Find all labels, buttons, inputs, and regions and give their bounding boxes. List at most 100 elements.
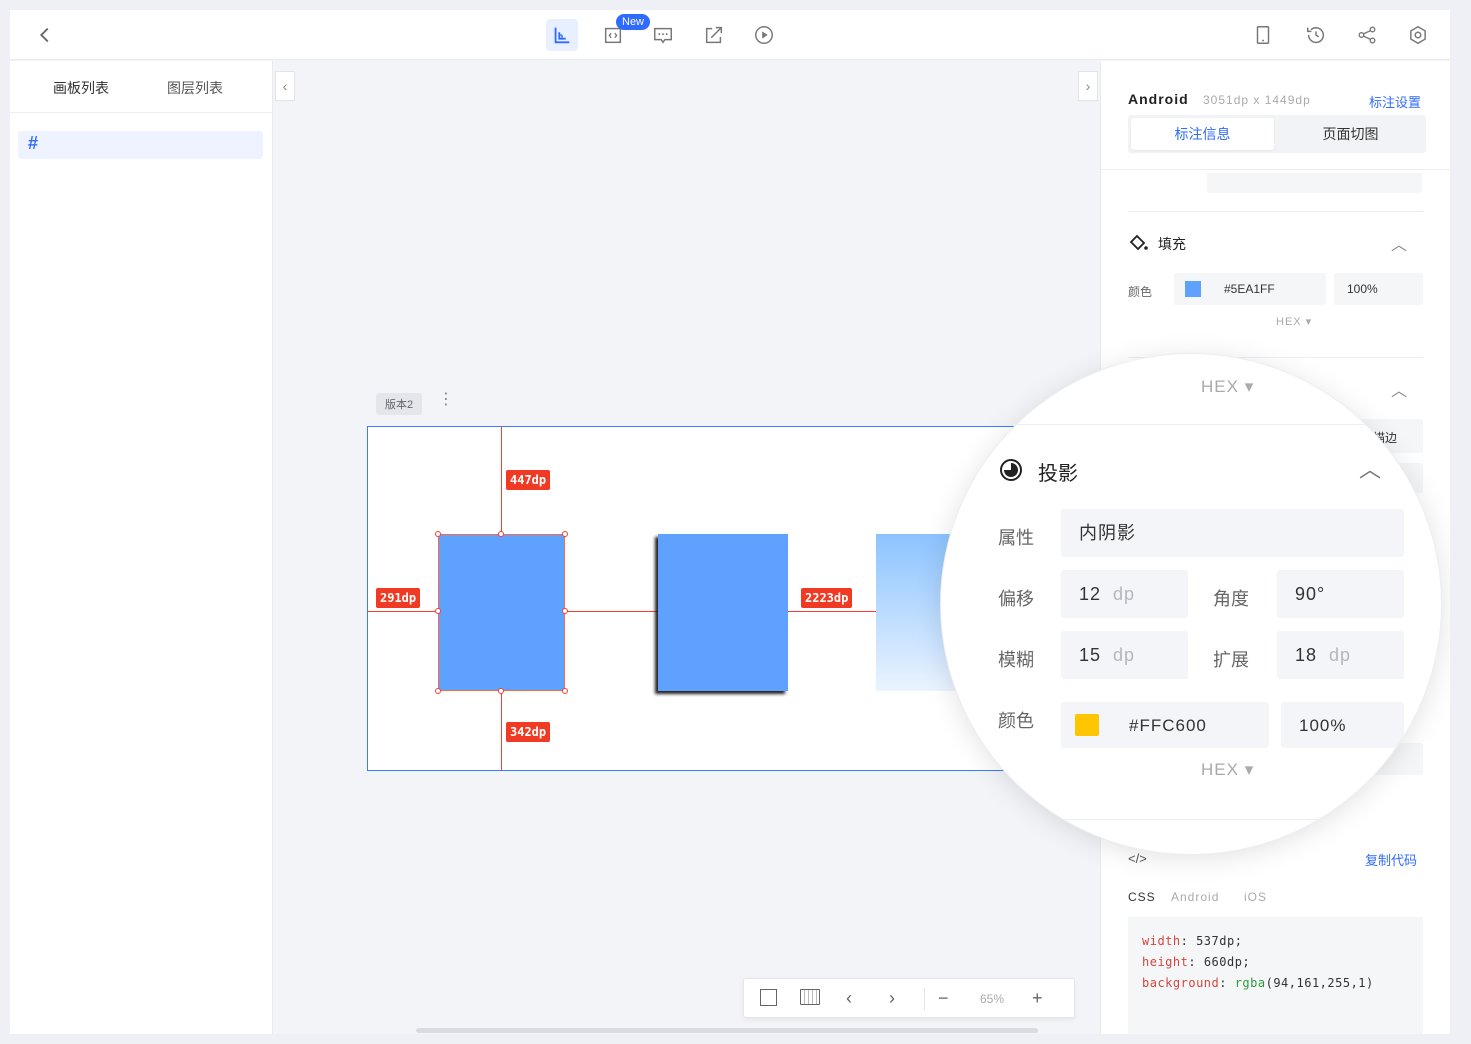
code-tab-android[interactable]: Android <box>1171 890 1219 904</box>
settings-gear-icon[interactable] <box>1405 22 1431 48</box>
code-tab-ios[interactable]: iOS <box>1244 890 1267 904</box>
artboard-list-item[interactable]: # <box>18 131 263 159</box>
shadow-color-swatch[interactable] <box>1075 714 1099 736</box>
panel-tabs: 标注信息 页面切图 <box>1128 115 1426 153</box>
code-block: width: 537dp; height: 660dp; background:… <box>1128 917 1423 1034</box>
resize-handle[interactable] <box>435 688 441 694</box>
resize-handle[interactable] <box>562 608 568 614</box>
shadowed-blue-rectangle[interactable] <box>658 534 788 691</box>
fill-color-field[interactable]: #5EA1FF <box>1174 273 1326 305</box>
artboard-frame-icon: # <box>28 133 39 153</box>
shadow-section-title: 投影 <box>1038 463 1078 485</box>
artboard-dimensions: 3051dp x 1449dp <box>1203 93 1311 107</box>
export-icon[interactable] <box>701 22 727 48</box>
left-panel: 画板列表 图层列表 # <box>10 61 273 1034</box>
code-section-icon: </> <box>1128 851 1147 866</box>
tab-annotation-info[interactable]: 标注信息 <box>1131 118 1274 150</box>
shadow-blur-label: 模糊 <box>998 650 1034 670</box>
play-icon[interactable] <box>751 22 777 48</box>
device-icon[interactable] <box>1250 22 1276 48</box>
code-line: background: rgba(94,161,255,1) <box>1142 976 1374 990</box>
more-options-icon[interactable]: ⋮ <box>438 392 454 408</box>
measure-line-left <box>368 611 438 612</box>
fill-opacity-value[interactable]: 100% <box>1347 282 1378 296</box>
top-toolbar: New <box>10 10 1450 60</box>
shadow-color-hex[interactable]: #FFC600 <box>1129 702 1207 750</box>
code-line: width: 537dp; <box>1142 934 1243 948</box>
new-badge: New <box>616 14 651 30</box>
shadow-color-opacity[interactable]: 100% <box>1281 702 1404 748</box>
resize-handle[interactable] <box>435 608 441 614</box>
back-icon[interactable] <box>32 22 58 48</box>
tab-page-slices[interactable]: 页面切图 <box>1278 118 1423 150</box>
tab-artboard-list[interactable]: 画板列表 <box>53 78 109 98</box>
code-tab-css[interactable]: CSS <box>1128 890 1156 904</box>
color-format-label: HEX <box>1276 316 1302 328</box>
horizontal-scrollbar[interactable] <box>416 1028 1038 1033</box>
collapse-chevron-icon[interactable]: ︿ <box>1391 377 1407 401</box>
shadow-offset-value[interactable]: 12 <box>1079 584 1101 604</box>
opacity-field-partial[interactable] <box>1207 173 1422 193</box>
shadow-spread-value[interactable]: 18 <box>1295 645 1317 665</box>
shadow-angle-field[interactable]: 90° <box>1277 570 1404 618</box>
unit-label: dp <box>1113 645 1136 665</box>
divider <box>941 424 1441 425</box>
shadow-blur-field[interactable]: 15 dp <box>1061 631 1188 679</box>
fill-hex-value[interactable]: #5EA1FF <box>1224 282 1275 296</box>
divider <box>941 819 1441 820</box>
zoom-out-icon[interactable]: − <box>938 988 949 1008</box>
resize-handle[interactable] <box>498 688 504 694</box>
color-format-dropdown[interactable]: HEX ▾ <box>1201 760 1254 780</box>
measure-label-top: 447dp <box>506 470 551 490</box>
next-icon[interactable]: › <box>889 988 895 1008</box>
unit-label: dp <box>1113 584 1136 604</box>
fit-frame-icon[interactable] <box>760 989 777 1006</box>
resize-handle[interactable] <box>435 531 441 537</box>
shadow-blur-value[interactable]: 15 <box>1079 645 1101 665</box>
comment-icon[interactable] <box>650 22 676 48</box>
fill-bucket-icon <box>1128 233 1148 258</box>
color-format-label: HEX <box>1201 760 1239 779</box>
fill-section-title: 填充 <box>1158 236 1186 252</box>
collapse-chevron-icon[interactable]: ︿ <box>1391 231 1407 255</box>
zoom-in-icon[interactable]: + <box>1032 988 1043 1008</box>
tab-layer-list[interactable]: 图层列表 <box>167 78 223 98</box>
color-format-dropdown[interactable]: HEX ▾ <box>1276 315 1312 328</box>
previous-icon[interactable]: ‹ <box>846 988 852 1008</box>
shadow-spread-field[interactable]: 18 dp <box>1277 631 1404 679</box>
fill-color-label: 颜色 <box>1128 285 1153 299</box>
zoom-toolbar: ‹ › − 65% + <box>743 978 1075 1018</box>
divider <box>924 988 925 1010</box>
color-format-label: HEX <box>1201 377 1239 396</box>
version-tag[interactable]: 版本2 <box>376 393 423 415</box>
resize-handle[interactable] <box>498 531 504 537</box>
collapse-chevron-icon[interactable]: ︿ <box>1359 452 1381 484</box>
app-window: New 画板列表 图层列表 # ‹ › 版本2 ⋮ 447dp 291dp 34… <box>10 10 1450 1034</box>
zoom-level[interactable]: 65% <box>980 992 1004 1006</box>
measure-line-top <box>501 427 502 534</box>
fill-color-swatch[interactable] <box>1185 281 1201 297</box>
shadow-color-field[interactable]: #FFC600 <box>1061 702 1269 748</box>
copy-code-link[interactable]: 复制代码 <box>1365 850 1417 869</box>
measure-label-bottom: 342dp <box>506 722 551 742</box>
shadow-offset-field[interactable]: 12 dp <box>1061 570 1188 618</box>
keyboard-icon[interactable] <box>800 989 820 1005</box>
divider <box>1101 169 1450 170</box>
resize-handle[interactable] <box>562 688 568 694</box>
annotation-mode-icon[interactable] <box>546 19 578 51</box>
collapse-right-panel-button[interactable]: › <box>1078 71 1098 101</box>
shadow-type-field[interactable]: 内阴影 <box>1061 509 1404 557</box>
annotation-settings-link[interactable]: 标注设置 <box>1369 92 1421 111</box>
collapse-left-panel-button[interactable]: ‹ <box>275 71 295 101</box>
share-icon[interactable] <box>1354 22 1380 48</box>
color-format-dropdown[interactable]: HEX ▾ <box>1201 377 1254 397</box>
measure-label-right: 2223dp <box>801 588 853 608</box>
code-line: height: 660dp; <box>1142 955 1251 969</box>
history-icon[interactable] <box>1303 22 1329 48</box>
selected-blue-rectangle[interactable] <box>438 534 565 691</box>
resize-handle[interactable] <box>562 531 568 537</box>
shadow-offset-label: 偏移 <box>998 589 1034 609</box>
platform-label: Android <box>1128 91 1189 107</box>
fill-opacity-field[interactable]: 100% <box>1334 273 1423 305</box>
left-panel-tabs: 画板列表 图层列表 <box>10 61 272 113</box>
